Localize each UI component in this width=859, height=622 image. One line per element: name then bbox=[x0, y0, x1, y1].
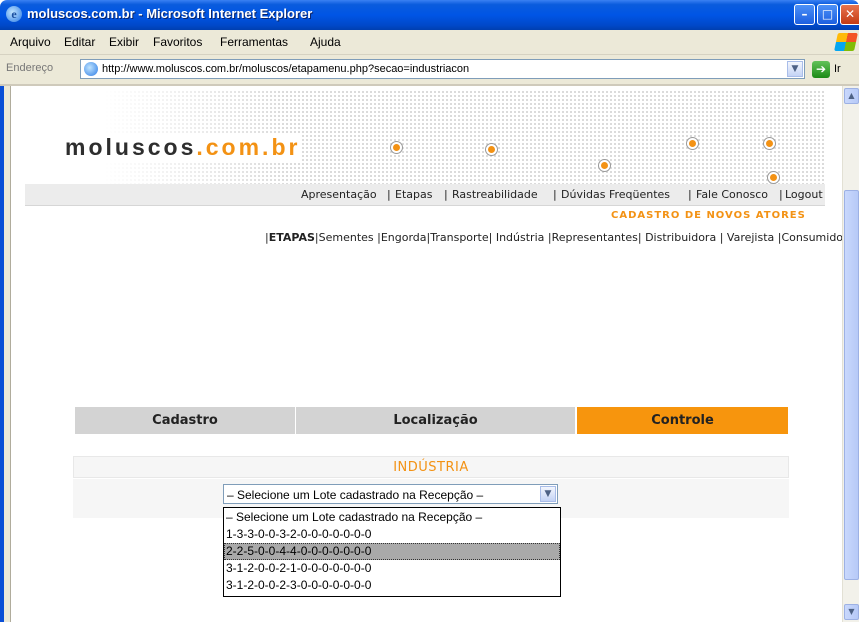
map-marker-icon bbox=[601, 162, 608, 169]
go-arrow-icon[interactable]: ➔ bbox=[812, 61, 830, 78]
stage-representantes[interactable]: Representantes bbox=[552, 231, 638, 244]
maximize-button[interactable]: □ bbox=[817, 4, 838, 25]
tab-localizacao[interactable]: Localização bbox=[296, 407, 575, 434]
map-marker-icon bbox=[689, 140, 696, 147]
menu-ferramentas[interactable]: Ferramentas bbox=[220, 35, 288, 49]
nav-rastreabilidade[interactable]: Rastreabilidade bbox=[452, 188, 538, 201]
site-logo[interactable]: moluscos.com.br bbox=[63, 134, 303, 161]
nav-logout[interactable]: Logout bbox=[785, 188, 823, 201]
ie-logo-icon: e bbox=[6, 6, 22, 22]
address-url[interactable]: http://www.moluscos.com.br/moluscos/etap… bbox=[102, 63, 469, 75]
lote-option[interactable]: 1-3-3-0-0-3-2-0-0-0-0-0-0-0 bbox=[224, 526, 560, 543]
stage-transporte[interactable]: Transporte bbox=[430, 231, 488, 244]
address-dropdown-icon[interactable]: ▼ bbox=[787, 61, 803, 77]
map-marker-icon bbox=[770, 174, 777, 181]
stage-industria[interactable]: Indústria bbox=[496, 231, 545, 244]
lote-option[interactable]: 3-1-2-0-0-2-3-0-0-0-0-0-0-0 bbox=[224, 577, 560, 594]
address-input[interactable]: http://www.moluscos.com.br/moluscos/etap… bbox=[80, 59, 805, 79]
scroll-down-icon[interactable]: ▼ bbox=[844, 604, 859, 620]
nav-apresentacao[interactable]: Apresentação bbox=[301, 188, 377, 201]
go-button[interactable]: Ir bbox=[834, 63, 841, 75]
windows-logo-icon bbox=[834, 33, 858, 51]
menu-bar: Arquivo Editar Exibir Favoritos Ferramen… bbox=[0, 30, 859, 55]
tab-cadastro[interactable]: Cadastro bbox=[75, 407, 295, 434]
tab-controle[interactable]: Controle bbox=[577, 407, 788, 434]
stage-consumidor[interactable]: Consumidor bbox=[781, 231, 842, 244]
stages-menu: |ETAPAS|Sementes |Engorda|Transporte| In… bbox=[265, 231, 842, 244]
menu-exibir[interactable]: Exibir bbox=[109, 35, 139, 49]
page-content: moluscos.com.br Apresentação | Etapas | … bbox=[11, 86, 842, 622]
address-bar: Endereço http://www.moluscos.com.br/molu… bbox=[0, 55, 859, 86]
nav-duvidas[interactable]: Dúvidas Freqüentes bbox=[561, 188, 670, 201]
lote-select[interactable]: – Selecione um Lote cadastrado na Recepç… bbox=[223, 484, 558, 504]
section-tabs: Cadastro Localização Controle bbox=[75, 407, 788, 434]
lote-dropdown-list: – Selecione um Lote cadastrado na Recepç… bbox=[223, 507, 561, 597]
map-marker-icon bbox=[393, 144, 400, 151]
window-title: moluscos.com.br - Microsoft Internet Exp… bbox=[27, 6, 313, 21]
cadastro-title: CADASTRO DE NOVOS ATORES bbox=[611, 210, 806, 221]
scroll-thumb[interactable] bbox=[844, 190, 859, 580]
menu-ajuda[interactable]: Ajuda bbox=[310, 35, 341, 49]
menu-editar[interactable]: Editar bbox=[64, 35, 95, 49]
nav-fale-conosco[interactable]: Fale Conosco bbox=[696, 188, 768, 201]
section-title: INDÚSTRIA bbox=[73, 456, 789, 478]
stage-distribuidora[interactable]: Distribuidora bbox=[645, 231, 716, 244]
lote-option[interactable]: 3-1-2-0-0-2-1-0-0-0-0-0-0-0 bbox=[224, 560, 560, 577]
lote-select-value[interactable]: – Selecione um Lote cadastrado na Recepç… bbox=[227, 488, 483, 502]
stage-sementes[interactable]: Sementes bbox=[319, 231, 374, 244]
minimize-button[interactable]: – bbox=[794, 4, 815, 25]
stage-etapas[interactable]: ETAPAS bbox=[269, 231, 315, 244]
menu-arquivo[interactable]: Arquivo bbox=[10, 35, 51, 49]
nav-etapas[interactable]: Etapas bbox=[395, 188, 432, 201]
window-frame-inner bbox=[4, 86, 11, 622]
site-nav: Apresentação | Etapas | Rastreabilidade … bbox=[25, 184, 825, 206]
close-button[interactable]: ✕ bbox=[840, 4, 859, 25]
stage-varejista[interactable]: Varejista bbox=[727, 231, 774, 244]
map-marker-icon bbox=[766, 140, 773, 147]
stage-engorda[interactable]: Engorda bbox=[381, 231, 427, 244]
map-marker-icon bbox=[488, 146, 495, 153]
vertical-scrollbar[interactable]: ▲ ▼ bbox=[842, 86, 859, 622]
page-icon bbox=[84, 62, 98, 76]
lote-option[interactable]: – Selecione um Lote cadastrado na Recepç… bbox=[224, 509, 560, 526]
lote-option-highlighted[interactable]: 2-2-5-0-0-4-4-0-0-0-0-0-0-0 bbox=[224, 543, 560, 560]
scroll-up-icon[interactable]: ▲ bbox=[844, 88, 859, 104]
menu-favoritos[interactable]: Favoritos bbox=[153, 35, 202, 49]
address-label: Endereço bbox=[6, 62, 54, 74]
chevron-down-icon[interactable]: ▼ bbox=[540, 486, 556, 502]
window-titlebar: e moluscos.com.br - Microsoft Internet E… bbox=[0, 0, 859, 30]
